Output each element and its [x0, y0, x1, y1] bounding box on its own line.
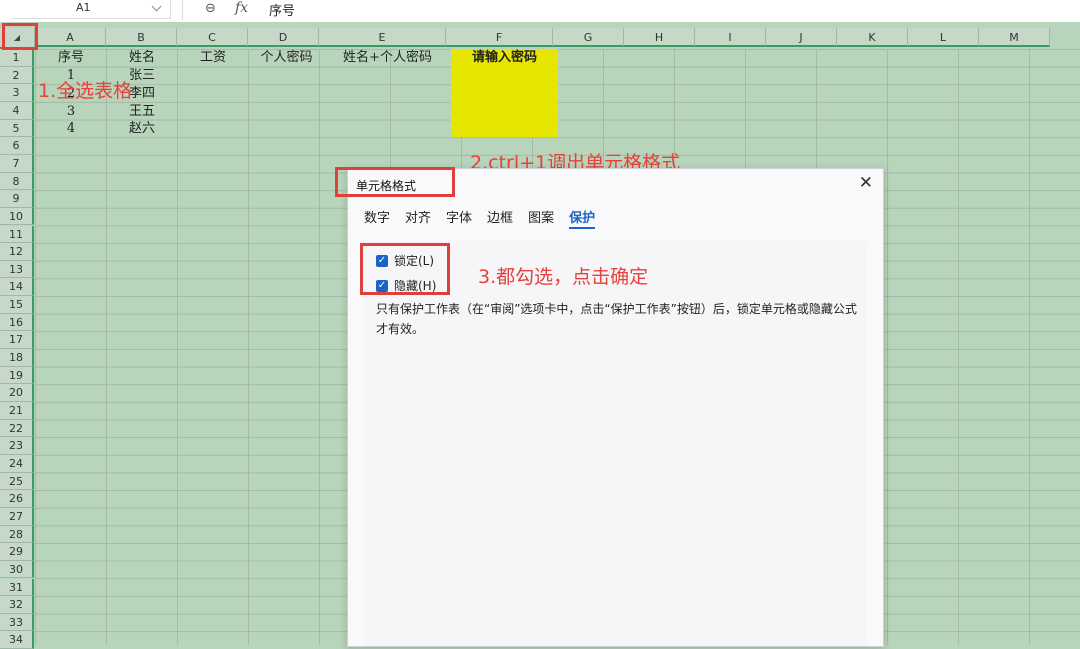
- row-header-16[interactable]: 16: [0, 313, 34, 332]
- tab-protection[interactable]: 保护: [569, 207, 596, 229]
- row-header-22[interactable]: 22: [0, 419, 34, 438]
- row-header-33[interactable]: 33: [0, 613, 34, 632]
- row-header-3[interactable]: 3: [0, 84, 34, 102]
- annotation-box-checkboxes: [360, 243, 450, 295]
- row-header-6[interactable]: 6: [0, 137, 34, 155]
- cell-d1[interactable]: 个人密码: [249, 49, 324, 66]
- row-header-12[interactable]: 12: [0, 243, 34, 261]
- row-header-11[interactable]: 11: [0, 225, 34, 244]
- row-header-24[interactable]: 24: [0, 454, 34, 473]
- protection-description: 只有保护工作表（在“审阅”选项卡中，点击“保护工作表”按钮）后，锁定单元格或隐藏…: [376, 302, 857, 336]
- column-header-k[interactable]: K: [837, 28, 908, 47]
- name-box[interactable]: A1: [12, 0, 171, 19]
- row-header-13[interactable]: 13: [0, 260, 34, 279]
- row-header-7[interactable]: 7: [0, 154, 34, 173]
- column-header-l[interactable]: L: [908, 28, 979, 47]
- column-header-j[interactable]: J: [766, 28, 837, 47]
- row-header-34[interactable]: 34: [0, 631, 34, 649]
- row-header-2[interactable]: 2: [0, 66, 34, 85]
- column-header-c[interactable]: C: [177, 28, 248, 47]
- zoom-icon[interactable]: ⊖: [205, 1, 216, 16]
- row-header-30[interactable]: 30: [0, 560, 34, 579]
- tab-font[interactable]: 字体: [446, 207, 472, 229]
- row-header-14[interactable]: 14: [0, 278, 34, 297]
- formula-input-area[interactable]: ⊖ fx 序号: [182, 0, 1080, 20]
- annotation-step3: 3.都勾选，点击确定: [478, 266, 649, 288]
- dialog-tabs: 数字 对齐 字体 边框 图案 保护: [364, 207, 610, 229]
- row-header-15[interactable]: 15: [0, 296, 34, 314]
- annotation-step1: 1.全选表格: [38, 80, 133, 102]
- annotation-box-select-all: [2, 23, 38, 50]
- column-header-m[interactable]: M: [979, 28, 1050, 47]
- row-header-4[interactable]: 4: [0, 101, 34, 120]
- row-header-18[interactable]: 18: [0, 349, 34, 367]
- column-header-e[interactable]: E: [319, 28, 446, 47]
- cell-f1[interactable]: 请输入密码: [451, 49, 558, 66]
- row-header-1[interactable]: 1: [0, 49, 34, 67]
- row-header-29[interactable]: 29: [0, 543, 34, 561]
- column-header-f[interactable]: F: [446, 28, 553, 47]
- row-header-23[interactable]: 23: [0, 437, 34, 455]
- fx-icon[interactable]: fx: [235, 0, 248, 16]
- cell-b1[interactable]: 姓名: [107, 49, 177, 66]
- column-header-d[interactable]: D: [248, 28, 319, 47]
- format-cells-dialog: 单元格格式 ✕ 数字 对齐 字体 边框 图案 保护 ✓ 锁定(L) ✓ 隐藏(H…: [347, 168, 884, 647]
- row-header-9[interactable]: 9: [0, 190, 34, 208]
- row-header-31[interactable]: 31: [0, 578, 34, 597]
- row-header-17[interactable]: 17: [0, 331, 34, 350]
- row-header-21[interactable]: 21: [0, 402, 34, 420]
- tab-pattern[interactable]: 图案: [528, 207, 554, 229]
- cell-a5[interactable]: 4: [36, 120, 106, 137]
- row-header-20[interactable]: 20: [0, 384, 34, 402]
- row-header-28[interactable]: 28: [0, 525, 34, 544]
- cell-a1[interactable]: 序号: [36, 49, 106, 66]
- cell-c1[interactable]: 工资: [178, 49, 248, 66]
- column-header-a[interactable]: A: [35, 28, 106, 47]
- formula-content[interactable]: 序号: [269, 0, 295, 19]
- row-header-8[interactable]: 8: [0, 172, 34, 191]
- cell-b4[interactable]: 王五: [107, 103, 177, 120]
- row-header-27[interactable]: 27: [0, 507, 34, 526]
- column-header-b[interactable]: B: [106, 28, 177, 47]
- row-header-26[interactable]: 26: [0, 490, 34, 508]
- row-header-25[interactable]: 25: [0, 472, 34, 491]
- annotation-box-dialog-title: [335, 167, 455, 197]
- cell-e1[interactable]: 姓名+个人密码: [325, 49, 450, 66]
- row-header-5[interactable]: 5: [0, 119, 34, 138]
- cell-a4[interactable]: 3: [36, 103, 106, 120]
- tab-number[interactable]: 数字: [364, 207, 390, 229]
- row-header-10[interactable]: 10: [0, 207, 34, 226]
- formula-bar: A1 ⊖ fx 序号: [0, 0, 1080, 22]
- cell-b5[interactable]: 赵六: [107, 120, 177, 137]
- protection-panel: ✓ 锁定(L) ✓ 隐藏(H) 只有保护工作表（在“审阅”选项卡中，点击“保护工…: [363, 241, 866, 646]
- close-icon[interactable]: ✕: [859, 173, 873, 193]
- tab-alignment[interactable]: 对齐: [405, 207, 431, 229]
- row-header-19[interactable]: 19: [0, 366, 34, 385]
- cell-reference: A1: [76, 1, 91, 14]
- row-header-32[interactable]: 32: [0, 596, 34, 614]
- column-header-i[interactable]: I: [695, 28, 766, 47]
- chevron-down-icon[interactable]: [151, 1, 162, 12]
- column-header-g[interactable]: G: [553, 28, 624, 47]
- tab-border[interactable]: 边框: [487, 207, 513, 229]
- column-header-h[interactable]: H: [624, 28, 695, 47]
